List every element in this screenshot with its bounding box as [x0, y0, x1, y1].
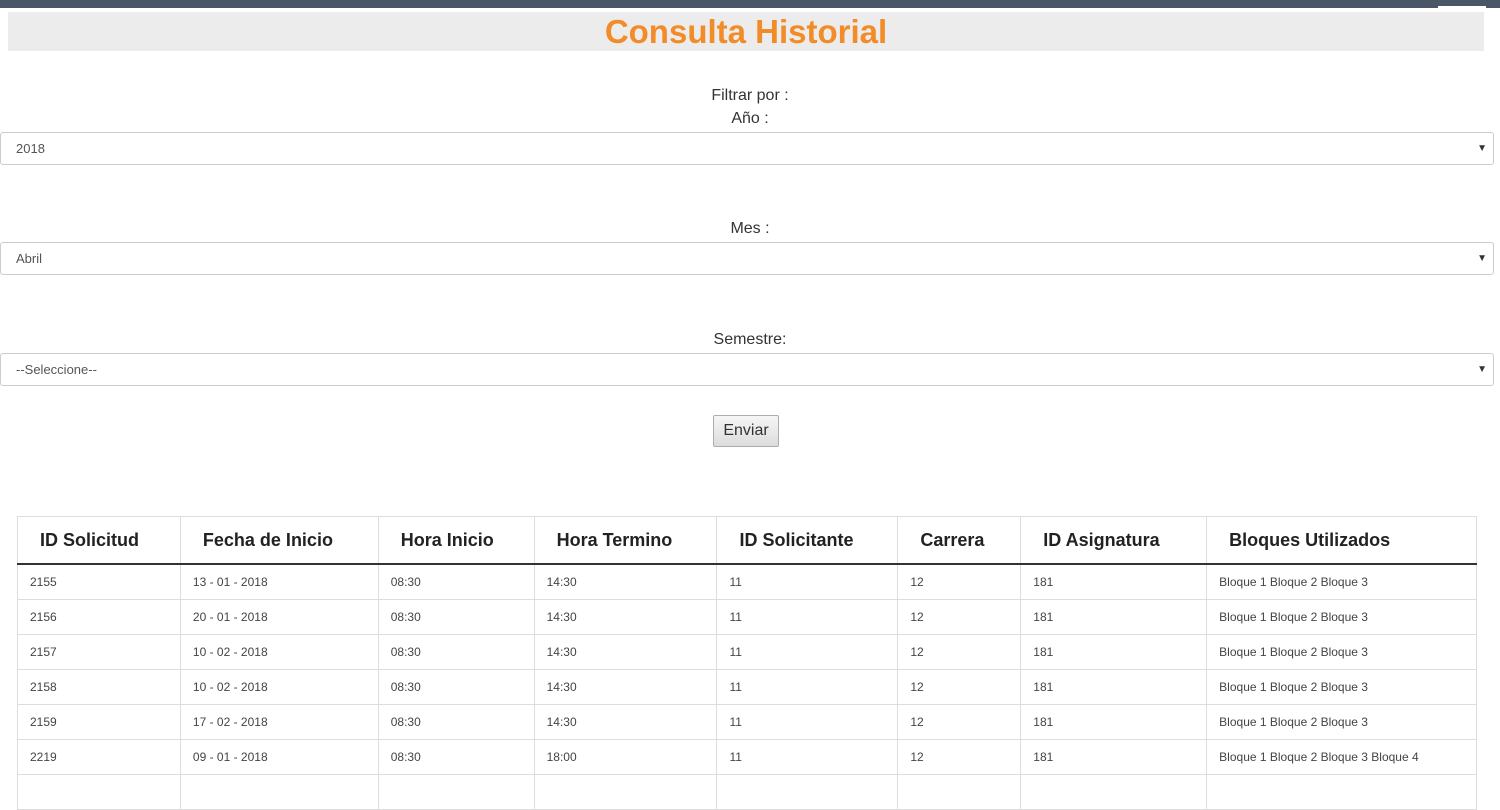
- table-cell: 2157: [17, 634, 181, 670]
- column-header: ID Asignatura: [1020, 516, 1208, 565]
- chevron-down-icon: ▼: [1477, 143, 1487, 154]
- table-cell: 181: [1020, 563, 1208, 600]
- column-header: ID Solicitud: [17, 516, 181, 565]
- table-cell: 181: [1020, 704, 1208, 740]
- table-cell: 14:30: [533, 599, 718, 635]
- table-cell: 14:30: [533, 634, 718, 670]
- table-row: 2157 10 - 02 - 2018 08:30 14:30 11 12 18…: [17, 634, 1477, 670]
- table-cell: [17, 774, 181, 810]
- table-cell: 11: [716, 669, 899, 705]
- table-row: 2158 10 - 02 - 2018 08:30 14:30 11 12 18…: [17, 669, 1477, 705]
- table-cell: 2155: [17, 563, 181, 600]
- table-row: [17, 774, 1477, 810]
- table-cell: 181: [1020, 599, 1208, 635]
- table-cell: 08:30: [377, 599, 535, 635]
- table-cell: 14:30: [533, 669, 718, 705]
- table-cell: 11: [716, 599, 899, 635]
- table-cell: [1020, 774, 1208, 810]
- table-cell: [716, 774, 899, 810]
- table-cell: 12: [897, 563, 1022, 600]
- table-cell: [377, 774, 535, 810]
- table-cell: 13 - 01 - 2018: [179, 563, 379, 600]
- table-cell: 14:30: [533, 704, 718, 740]
- history-table: ID Solicitud Fecha de Inicio Hora Inicio…: [17, 516, 1477, 810]
- table-cell: 12: [897, 599, 1022, 635]
- table-cell: 2158: [17, 669, 181, 705]
- year-label: Año :: [731, 110, 769, 127]
- table-cell: 10 - 02 - 2018: [179, 634, 379, 670]
- table-row: 2155 13 - 01 - 2018 08:30 14:30 11 12 18…: [17, 563, 1477, 600]
- table-cell: 12: [897, 669, 1022, 705]
- table-cell: 14:30: [533, 563, 718, 600]
- page-title: Consulta Historial: [604, 13, 888, 50]
- column-header: ID Solicitante: [716, 516, 899, 565]
- table-cell: 11: [716, 739, 899, 775]
- top-bar-notch: [1438, 6, 1486, 9]
- table-cell: 12: [897, 739, 1022, 775]
- month-select[interactable]: Abril ▼: [0, 242, 1494, 275]
- table-cell: Bloque 1 Bloque 2 Bloque 3: [1206, 599, 1477, 635]
- semester-select-value: --Seleccione--: [16, 362, 97, 377]
- table-cell: 11: [716, 563, 899, 600]
- semester-select[interactable]: --Seleccione-- ▼: [0, 353, 1494, 386]
- column-header: Carrera: [897, 516, 1022, 565]
- table-cell: 09 - 01 - 2018: [179, 739, 379, 775]
- table-cell: Bloque 1 Bloque 2 Bloque 3: [1206, 704, 1477, 740]
- submit-button[interactable]: Enviar: [713, 415, 779, 447]
- table-cell: [533, 774, 718, 810]
- title-band: Consulta Historial: [8, 12, 1484, 51]
- month-label: Mes :: [730, 220, 770, 237]
- table-cell: Bloque 1 Bloque 2 Bloque 3: [1206, 634, 1477, 670]
- semester-label: Semestre:: [713, 331, 787, 348]
- table-cell: 2159: [17, 704, 181, 740]
- table-cell: 08:30: [377, 704, 535, 740]
- table-cell: 12: [897, 704, 1022, 740]
- chevron-down-icon: ▼: [1477, 364, 1487, 375]
- column-header: Fecha de Inicio: [179, 516, 379, 565]
- table-cell: Bloque 1 Bloque 2 Bloque 3: [1206, 669, 1477, 705]
- table-row: 2156 20 - 01 - 2018 08:30 14:30 11 12 18…: [17, 599, 1477, 635]
- table-cell: 10 - 02 - 2018: [179, 669, 379, 705]
- table-cell: 181: [1020, 669, 1208, 705]
- table-cell: 181: [1020, 739, 1208, 775]
- table-cell: 181: [1020, 634, 1208, 670]
- table-cell: [897, 774, 1022, 810]
- month-select-value: Abril: [16, 251, 43, 266]
- table-cell: 08:30: [377, 634, 535, 670]
- table-cell: 2156: [17, 599, 181, 635]
- year-select[interactable]: 2018 ▼: [0, 132, 1494, 165]
- table-cell: 18:00: [533, 739, 718, 775]
- column-header: Hora Inicio: [377, 516, 535, 565]
- table-cell: Bloque 1 Bloque 2 Bloque 3 Bloque 4: [1206, 739, 1477, 775]
- top-bar: [0, 0, 1500, 8]
- column-header: Bloques Utilizados: [1206, 516, 1477, 565]
- table-cell: Bloque 1 Bloque 2 Bloque 3: [1206, 563, 1477, 600]
- table-cell: 08:30: [377, 669, 535, 705]
- year-select-value: 2018: [16, 141, 45, 156]
- filter-heading: Filtrar por :: [711, 87, 789, 104]
- chevron-down-icon: ▼: [1477, 253, 1487, 264]
- table-cell: 08:30: [377, 739, 535, 775]
- table-row: 2219 09 - 01 - 2018 08:30 18:00 11 12 18…: [17, 739, 1477, 775]
- table-cell: 12: [897, 634, 1022, 670]
- table-cell: 20 - 01 - 2018: [179, 599, 379, 635]
- table-cell: 17 - 02 - 2018: [179, 704, 379, 740]
- table-cell: 2219: [17, 739, 181, 775]
- table-cell: [1206, 774, 1477, 810]
- table-header-row: ID Solicitud Fecha de Inicio Hora Inicio…: [17, 516, 1477, 565]
- column-header: Hora Termino: [533, 516, 718, 565]
- table-cell: 11: [716, 634, 899, 670]
- table-row: 2159 17 - 02 - 2018 08:30 14:30 11 12 18…: [17, 704, 1477, 740]
- table-cell: [179, 774, 379, 810]
- table-cell: 08:30: [377, 563, 535, 600]
- table-cell: 11: [716, 704, 899, 740]
